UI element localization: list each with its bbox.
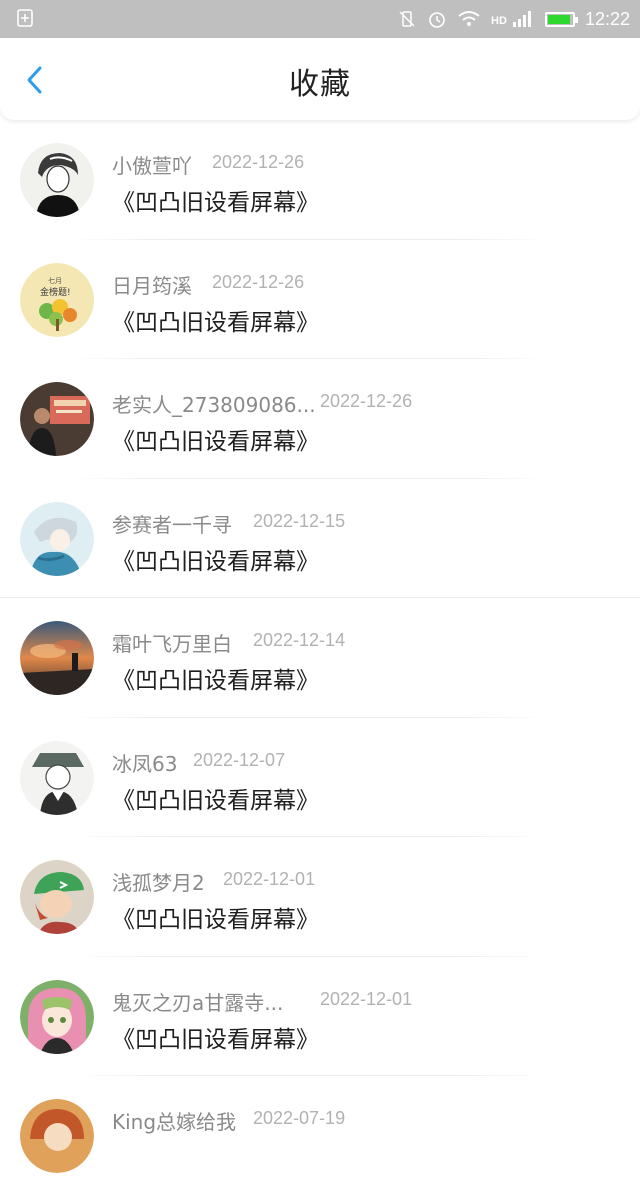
date: 2022-12-26 [212,152,305,172]
alarm-icon [429,12,445,28]
avatar[interactable] [20,382,94,456]
date: 2022-12-26 [212,271,305,292]
avatar[interactable] [20,621,94,695]
date: 2022-07-19 [253,1108,346,1128]
item-title[interactable]: 《凹凸旧设看屏幕》 [112,1020,319,1054]
avatar[interactable]: 七月 金榜题! [20,262,94,337]
favorites-list: 小傲萱吖 2022-12-26 《凹凸旧设看屏幕》 七月 金榜题! 日月筠溪 2… [0,120,640,1196]
item-title[interactable]: 《凹凸旧设看屏幕》 [112,661,319,695]
list-item[interactable]: 霜叶飞万里白 2022-12-14 《凹凸旧设看屏幕》 [0,598,640,718]
item-title[interactable]: 《凹凸旧设看屏幕》 [112,303,319,337]
username: 浅孤梦月2 [112,871,205,895]
item-title[interactable]: 《凹凸旧设看屏幕》 [112,422,319,456]
list-item[interactable]: 老实人_273809086... 2022-12-26 《凹凸旧设看屏幕》 [0,359,640,479]
avatar[interactable] [20,740,94,815]
item-title[interactable]: 《凹凸旧设看屏幕》 [112,781,319,815]
avatar[interactable] [20,860,94,934]
avatar[interactable] [20,501,94,576]
item-title[interactable]: 《凹凸旧设看屏幕》 [112,900,319,934]
avatar[interactable] [20,1099,94,1173]
header: 收藏 [0,38,640,120]
page-title: 收藏 [289,67,351,102]
date: 2022-12-01 [223,869,316,889]
clock: 12:22 [584,8,630,29]
svg-text:HD: HD [491,15,507,27]
date: 2022-12-14 [253,630,346,650]
status-bar: HD 12:22 [0,0,640,38]
svg-text:七月: 七月 [48,276,62,285]
username: 小傲萱吖 [112,154,192,178]
username: 日月筠溪 [112,273,192,298]
item-title[interactable]: 《凹凸旧设看屏幕》 [112,542,319,576]
username: 参赛者一千寻 [112,512,232,537]
list-item[interactable]: 鬼灭之刃a甘露寺... 2022-12-01 《凹凸旧设看屏幕》 [0,957,640,1076]
avatar[interactable] [20,979,94,1054]
username: 鬼灭之刃a甘露寺... [112,990,284,1015]
date: 2022-12-01 [320,988,413,1009]
username: 老实人_273809086... [112,393,316,417]
list-item[interactable]: 浅孤梦月2 2022-12-01 《凹凸旧设看屏幕》 [0,837,640,957]
date: 2022-12-07 [193,749,286,770]
list-item[interactable]: 冰凤63 2022-12-07 《凹凸旧设看屏幕》 [0,718,640,837]
hd-signal-icon: HD [491,11,531,27]
list-item[interactable]: King总嫁给我 2022-07-19 [0,1076,640,1196]
svg-text:金榜题!: 金榜题! [40,286,71,298]
list-item[interactable]: 小傲萱吖 2022-12-26 《凹凸旧设看屏幕》 [0,120,640,240]
username: 冰凤63 [112,751,178,776]
battery-icon [544,11,578,27]
sim-card-icon [17,9,33,27]
avatar[interactable] [20,143,94,217]
wifi-icon [458,11,480,26]
item-title[interactable]: 《凹凸旧设看屏幕》 [112,183,319,217]
vibrate-off-icon [399,11,415,27]
list-item[interactable]: 参赛者一千寻 2022-12-15 《凹凸旧设看屏幕》 [0,479,640,598]
date: 2022-12-26 [320,391,413,411]
date: 2022-12-15 [253,510,346,531]
list-item[interactable]: 七月 金榜题! 日月筠溪 2022-12-26 《凹凸旧设看屏幕》 [0,240,640,359]
username: King总嫁给我 [112,1110,237,1134]
username: 霜叶飞万里白 [112,632,232,656]
